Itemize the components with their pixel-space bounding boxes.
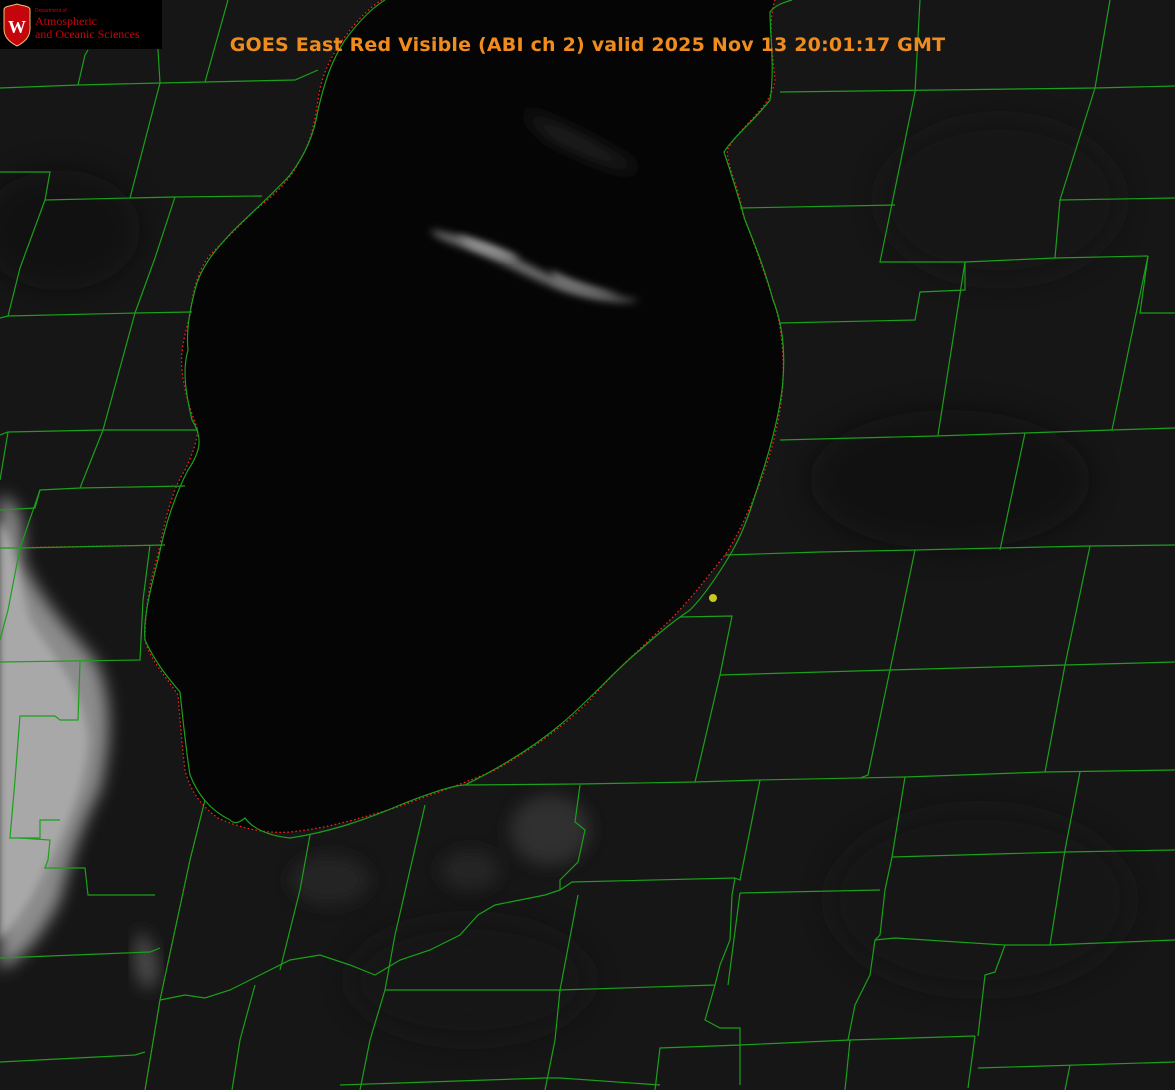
image-title: GOES East Red Visible (ABI ch 2) valid 2… bbox=[229, 34, 946, 56]
satellite-map bbox=[0, 0, 1175, 1090]
station-marker bbox=[709, 594, 717, 602]
